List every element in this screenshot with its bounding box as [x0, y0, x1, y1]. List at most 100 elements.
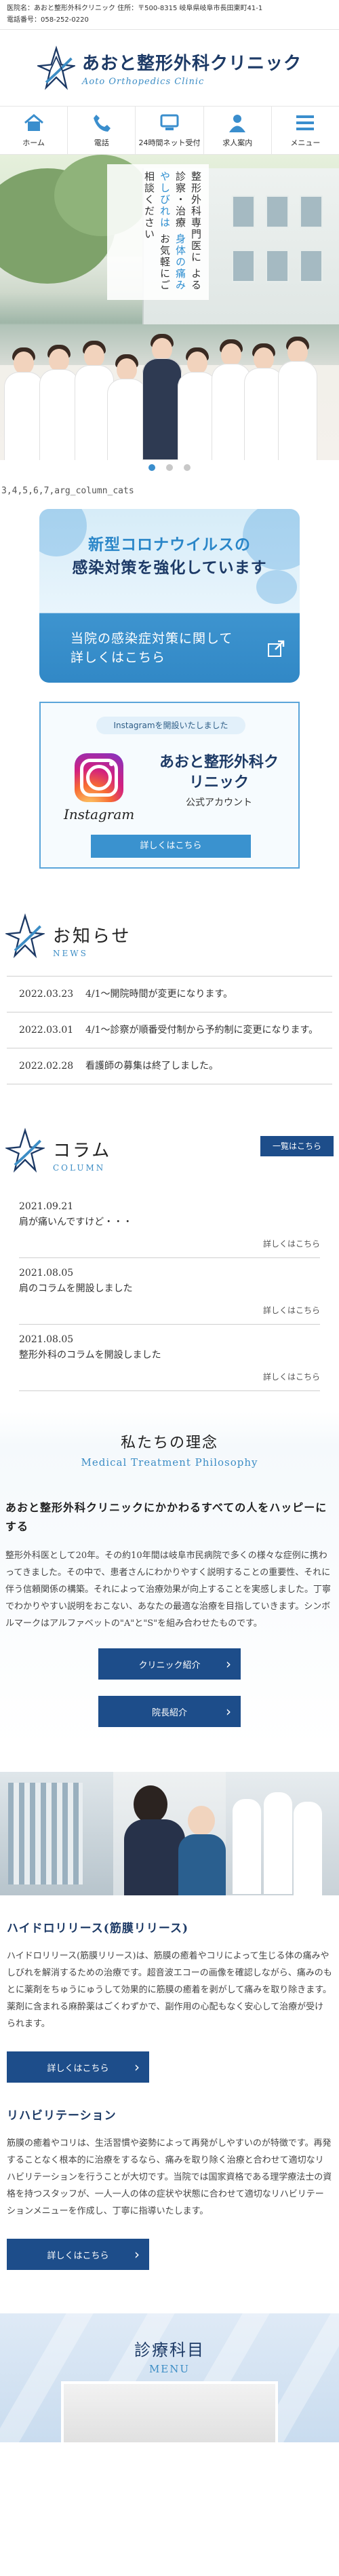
clinic-logo-icon [5, 1128, 45, 1173]
news-date: 2022.03.01 [19, 1025, 74, 1036]
instagram-banner[interactable]: Instagramを開設いたしました Instagram あおと整形外科クリニッ… [39, 702, 300, 869]
column-item[interactable]: 2021.08.05 肩のコラムを開設しました 詳しくはこちら [19, 1258, 320, 1325]
director-intro-button[interactable]: 院長紹介 [98, 1696, 241, 1727]
slider-dot[interactable] [148, 464, 155, 471]
column-read-more[interactable]: 詳しくはこちら [19, 1371, 320, 1382]
clinic-name-roman: Aoto Orthopedics Clinic [81, 76, 205, 87]
news-date: 2022.02.28 [19, 1061, 74, 1072]
external-link-icon [268, 640, 285, 657]
phone-text: 電話番号：058-252-0220 [7, 16, 89, 24]
philosophy-title: 私たちの理念 [120, 1435, 218, 1452]
philosophy-section: 私たちの理念 Medical Treatment Philosophy あおと整… [0, 1412, 339, 1747]
column-read-more[interactable]: 詳しくはこちら [19, 1238, 320, 1249]
rehab-more-button[interactable]: 詳しくはこちら [7, 2239, 149, 2270]
nav-label: 求人案内 [222, 138, 253, 147]
news-title: お知らせ [53, 926, 132, 947]
net-reception-icon [160, 114, 179, 130]
philosophy-title-en: Medical Treatment Philosophy [81, 1456, 258, 1469]
nav-label: 電話 [94, 138, 109, 147]
photo-equipment [0, 1772, 113, 1895]
column-date: 2021.09.21 [19, 1201, 74, 1212]
news-heading: お知らせ NEWS [0, 905, 339, 958]
nav-label: ホーム [22, 138, 45, 147]
top-info-bar: 医院名：あおと整形外科クリニック 住所：〒500-8315 岐阜県岐阜市長田東町… [0, 0, 339, 30]
news-title-en: NEWS [53, 949, 88, 958]
instagram-wordmark: Instagram [64, 806, 135, 822]
hero-copy-line: 整形外科専門医に [190, 171, 202, 263]
hero-slider[interactable]: 整形外科専門医に よる診察・治療 身体の痛みやしびれは お気軽にご相談ください [0, 155, 339, 460]
logo-text[interactable]: あおと整形外科クリニック Aoto Orthopedics Clinic [82, 50, 302, 87]
nav-phone[interactable]: 電話 [68, 107, 136, 154]
photo-consultation [113, 1772, 226, 1895]
instagram-icon [75, 753, 123, 802]
instagram-account-name: あおと整形外科クリニック [159, 753, 279, 791]
corona-cta2: 詳しくはこちら [71, 650, 166, 665]
column-title: コラム [53, 1141, 112, 1161]
news-text: 4/1～開院時間が変更になります。 [85, 989, 233, 1000]
column-date: 2021.08.05 [19, 1334, 74, 1345]
philosophy-body: 整形外科医として20年。その約10年間は岐阜市民病院で多くの様々な症例に携わって… [5, 1551, 331, 1629]
instagram-pill: Instagramを開設いたしました [96, 717, 245, 734]
menu-icon [296, 115, 315, 130]
nav-recruit[interactable]: 求人案内 [204, 107, 272, 154]
nav-net-reception[interactable]: 24時間ネット受付 [136, 107, 204, 154]
column-item[interactable]: 2021.08.05 整形外科のコラムを開設しました 詳しくはこちら [19, 1325, 320, 1391]
corona-headline: 新型コロナウイルスの 感染対策を強化しています [39, 533, 300, 580]
stray-debug-text: 3,4,5,6,7,arg_column_cats [1, 486, 134, 496]
hero-copy: 整形外科専門医に よる診察・治療 身体の痛みやしびれは お気軽にご相談ください [107, 164, 209, 300]
instagram-button[interactable]: 詳しくはこちら [91, 835, 251, 858]
menu-title: 診療科目 [134, 2341, 205, 2360]
main-nav: ホーム 電話 24時間ネット受付 求人案内 メニュー [0, 106, 339, 155]
column-title-en: COLUMN [53, 1163, 106, 1173]
nav-menu[interactable]: メニュー [272, 107, 339, 154]
clinic-name: あおと整形外科クリニック [81, 53, 302, 74]
rehab-body: 筋膜の癒着やコリは、生活習慣や姿勢によって再発がしやすいのが特徴です。再発するこ… [7, 2138, 332, 2216]
column-heading: コラム COLUMN 一覧はこちら [0, 1120, 339, 1173]
menu-section: 診療科目 MENU [0, 2313, 339, 2442]
news-text: 4/1～診察が順番受付制から予約制に変更になります。 [85, 1025, 319, 1036]
corona-cta1: 当院の感染症対策に関して [71, 631, 233, 646]
address-text: 医院名：あおと整形外科クリニック 住所：〒500-8315 岐阜県岐阜市長田東町… [7, 5, 263, 12]
slider-dot[interactable] [166, 464, 173, 471]
news-item[interactable]: 2022.02.28 看護師の募集は終了しました。 [7, 1048, 332, 1084]
hydrorelease-body: ハイドロリリース(筋膜リリース)は、筋膜の癒着やコリによって生じる体の痛みやしび… [7, 1951, 332, 2029]
hydrorelease-section: ハイドロリリース(筋膜リリース) ハイドロリリース(筋膜リリース)は、筋膜の癒着… [0, 1918, 339, 2083]
column-list: 2021.09.21 肩が痛いんですけど・・・ 詳しくはこちら 2021.08.… [19, 1192, 320, 1391]
slider-dots [0, 460, 339, 475]
menu-photo [61, 2381, 278, 2442]
clinic-intro-button[interactable]: クリニック紹介 [98, 1648, 241, 1680]
news-list: 2022.03.23 4/1～開院時間が変更になります。 2022.03.01 4/… [7, 976, 332, 1084]
phone-icon [93, 115, 111, 132]
site-header: あおと整形外科クリニック Aoto Orthopedics Clinic [0, 30, 339, 106]
news-text: 看護師の募集は終了しました。 [85, 1061, 218, 1072]
home-icon [24, 114, 43, 131]
rehab-title: リハビリテーション [7, 2109, 117, 2123]
person-icon [229, 115, 246, 132]
column-read-more[interactable]: 詳しくはこちら [19, 1304, 320, 1316]
slider-dot[interactable] [184, 464, 191, 471]
hydrorelease-more-button[interactable]: 詳しくはこちら [7, 2051, 149, 2083]
news-item[interactable]: 2022.03.01 4/1～診察が順番受付制から予約制に変更になります。 [7, 1012, 332, 1048]
column-date: 2021.08.05 [19, 1268, 74, 1278]
nav-label: 24時間ネット受付 [138, 138, 201, 147]
staff-photo [0, 331, 339, 460]
news-date: 2022.03.23 [19, 989, 74, 1000]
news-item[interactable]: 2022.03.23 4/1～開院時間が変更になります。 [7, 977, 332, 1012]
nav-home[interactable]: ホーム [0, 107, 68, 154]
column-item-title: 肩のコラムを開設しました [19, 1283, 133, 1294]
clinic-logo-icon[interactable] [37, 45, 75, 90]
column-item-title: 肩が痛いんですけど・・・ [19, 1217, 133, 1228]
menu-title-en: MENU [148, 2363, 191, 2375]
instagram-account-sub: 公式アカウント [186, 797, 252, 808]
corona-cta: 当院の感染症対策に関して 詳しくはこちら [71, 629, 233, 667]
clinic-logo-icon [5, 913, 45, 958]
column-item-title: 整形外科のコラムを開設しました [19, 1350, 161, 1361]
column-list-button[interactable]: 一覧はこちら [260, 1136, 334, 1156]
column-item[interactable]: 2021.09.21 肩が痛いんですけど・・・ 詳しくはこちら [19, 1192, 320, 1258]
rehab-section: リハビリテーション 筋膜の癒着やコリは、生活習慣や姿勢によって再発がしやすいのが… [0, 2106, 339, 2270]
philosophy-lead: あおと整形外科クリニックにかかわるすべての人をハッピーにする [5, 1501, 327, 1533]
corona-banner[interactable]: 新型コロナウイルスの 感染対策を強化しています 当院の感染症対策に関して 詳しく… [39, 509, 300, 683]
corona-line2: 感染対策を強化しています [72, 558, 267, 577]
photo-staff [226, 1772, 339, 1895]
photo-strip [0, 1772, 339, 1895]
